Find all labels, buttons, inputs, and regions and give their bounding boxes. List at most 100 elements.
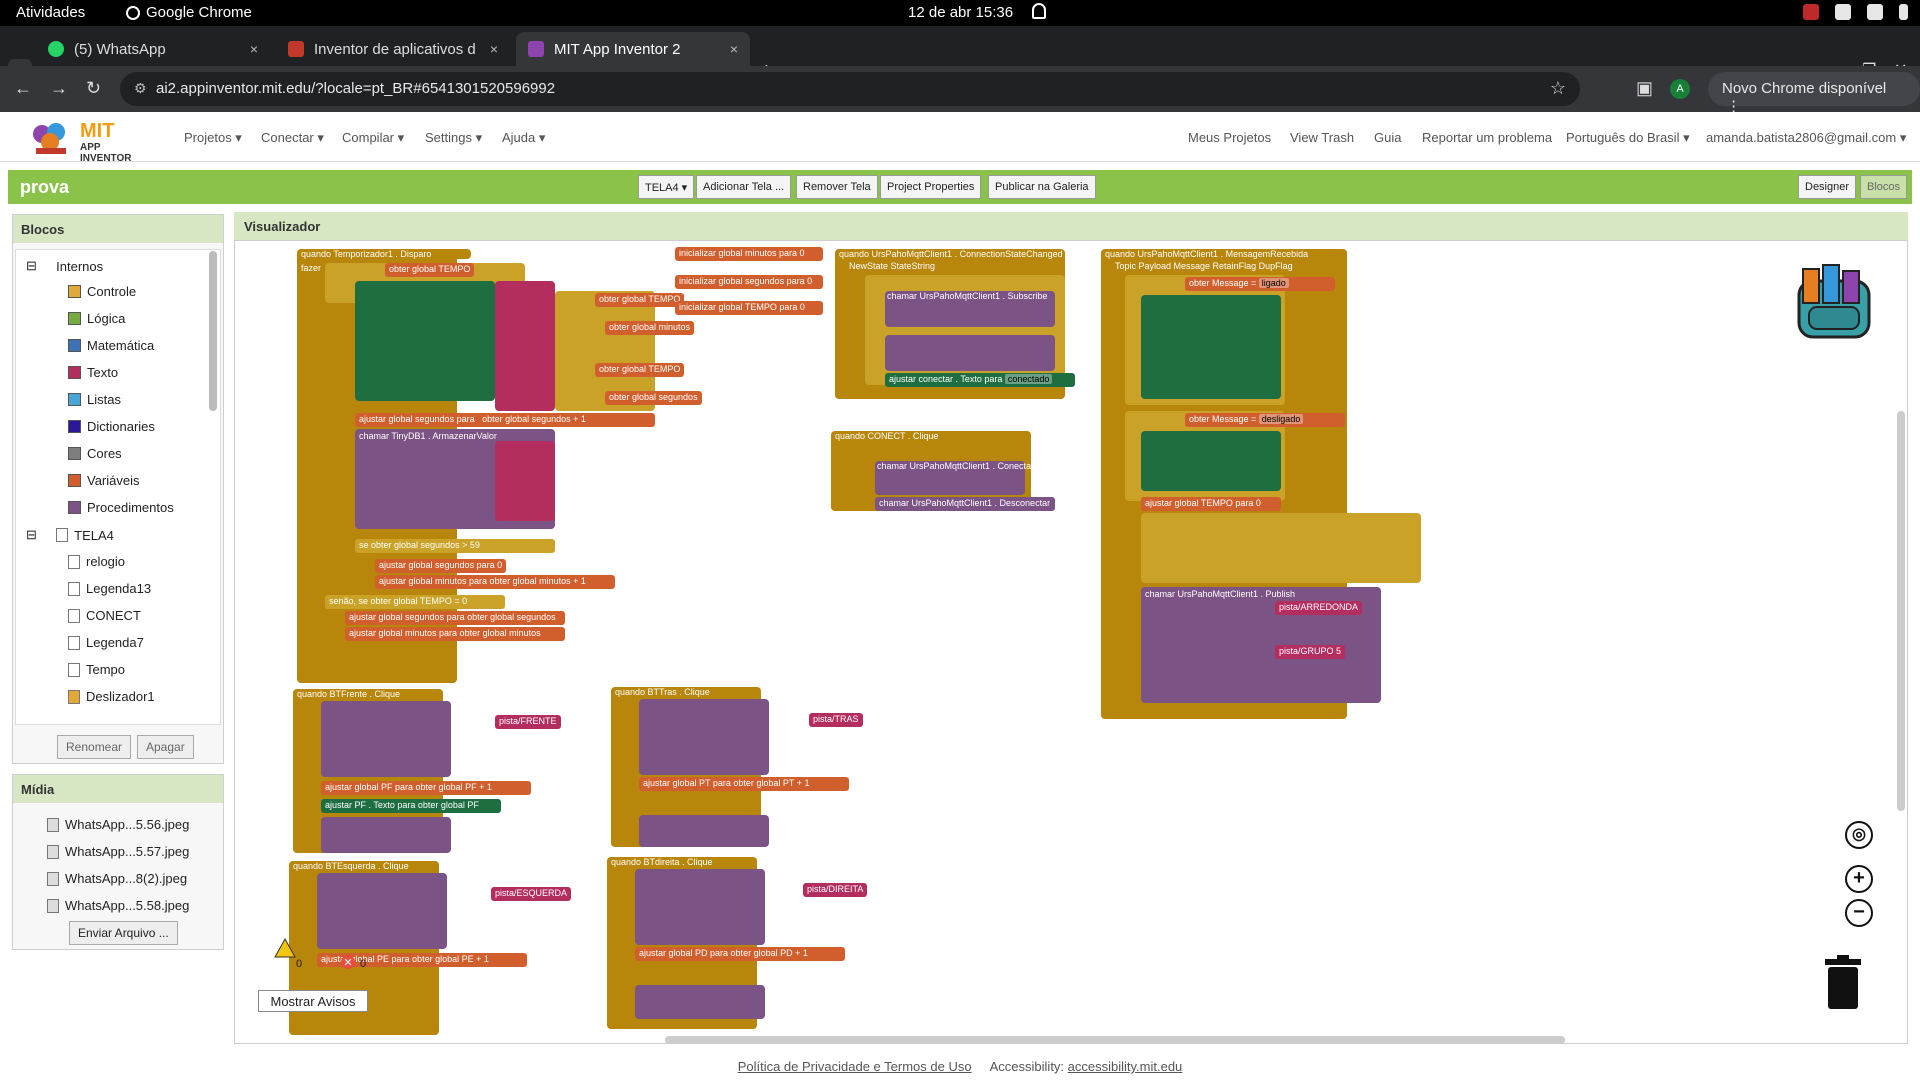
tree-item-tela4[interactable]: ⊟ TELA4 (26, 527, 114, 543)
tree-item-tempo[interactable]: Tempo (68, 662, 125, 677)
sidepanel-icon[interactable]: ▣ (1636, 78, 1653, 99)
workspace-v-scrollbar[interactable] (1897, 411, 1905, 811)
set-segundos-zero[interactable]: ajustar global segundos para 0 (375, 559, 507, 573)
compare-ligado[interactable]: obter Message = ligado (1185, 277, 1335, 291)
disconnect-call[interactable]: chamar UrsPahoMqttClient1 . Desconectar (875, 497, 1055, 511)
profile-avatar[interactable]: A (1670, 79, 1690, 99)
topic-direita[interactable]: pista/DIREITA (803, 883, 868, 897)
delete-button[interactable]: Apagar (137, 735, 194, 759)
trash-icon[interactable] (1823, 955, 1863, 1011)
clock[interactable]: 12 de abr 15:36 (908, 4, 1013, 21)
get-minutos[interactable]: obter global minutos (605, 321, 695, 335)
activities-button[interactable]: Atividades (16, 4, 85, 21)
tree-item-relogio[interactable]: relogio (68, 554, 125, 569)
menu-reportar[interactable]: Reportar um problema (1422, 130, 1552, 145)
menu-account[interactable]: amanda.batista2806@gmail.com ▾ (1706, 130, 1906, 146)
bookmark-star-icon[interactable]: ☆ (1550, 78, 1566, 99)
collapse-icon[interactable]: ⊟ (26, 527, 37, 543)
workspace-h-scrollbar[interactable] (665, 1036, 1565, 1043)
tree-item-deslizador1[interactable]: Deslizador1 (68, 689, 155, 704)
close-icon[interactable]: × (250, 41, 258, 57)
system-tray[interactable] (1803, 4, 1908, 20)
get-tempo[interactable]: obter global TEMPO (595, 363, 685, 377)
publish-tras-block[interactable] (639, 699, 769, 775)
menu-ajuda[interactable]: Ajuda ▾ (502, 130, 545, 146)
menu-conectar[interactable]: Conectar ▾ (261, 130, 324, 146)
media-file[interactable]: WhatsApp...5.58.jpeg (47, 898, 189, 913)
backpack-icon[interactable] (1789, 263, 1879, 343)
collapse-icon[interactable]: ⊟ (26, 258, 37, 274)
topic-frente[interactable]: pista/FRENTE (495, 715, 561, 729)
tinydb-pf-block[interactable] (321, 817, 451, 853)
set-relogio-block[interactable] (355, 281, 495, 401)
forward-icon[interactable]: → (50, 78, 68, 99)
mit-logo[interactable]: MIT APP INVENTOR (30, 118, 150, 164)
get-tempo[interactable]: obter global TEMPO (385, 263, 475, 277)
back-icon[interactable]: ← (14, 78, 32, 99)
menu-projetos[interactable]: Projetos ▾ (184, 130, 242, 146)
project-properties-button[interactable]: Project Properties (880, 175, 982, 199)
set-segundos[interactable]: ajustar global segundos para obter globa… (355, 413, 655, 427)
set-tempo[interactable]: ajustar global TEMPO para 0 (1141, 497, 1281, 511)
recenter-icon[interactable]: ◎ (1845, 821, 1873, 849)
zoom-out-icon[interactable]: − (1845, 899, 1873, 927)
publish-esquerda-block[interactable] (317, 873, 447, 949)
join-block[interactable] (495, 281, 555, 411)
set-enabled-group[interactable] (1141, 295, 1281, 399)
init-minutos[interactable]: inicializar global minutos para 0 (675, 247, 823, 261)
menu-compilar[interactable]: Compilar ▾ (342, 130, 404, 146)
show-warnings-button[interactable]: Mostrar Avisos (258, 990, 368, 1012)
tree-item-conect[interactable]: CONECT (68, 608, 141, 623)
active-app[interactable]: Google Chrome (126, 4, 252, 21)
set-minutos-reset[interactable]: ajustar global minutos para obter global… (345, 627, 565, 641)
join-block[interactable] (495, 441, 555, 521)
topic-grupo[interactable]: pista/GRUPO 5 (1275, 645, 1346, 659)
add-screen-button[interactable]: Adicionar Tela ... (696, 175, 792, 199)
upload-file-button[interactable]: Enviar Arquivo ... (69, 921, 178, 945)
tree-item-internos[interactable]: ⊟ Internos (26, 258, 103, 274)
privacy-link[interactable]: Política de Privacidade e Termos de Uso (738, 1059, 972, 1074)
media-file[interactable]: WhatsApp...8(2).jpeg (47, 871, 187, 886)
set-segundos-reset[interactable]: ajustar global segundos para obter globa… (345, 611, 565, 625)
if-segundos-block[interactable]: se obter global segundos > 59 (355, 539, 555, 553)
tree-scrollbar[interactable] (209, 251, 217, 411)
topic-tras[interactable]: pista/TRAS (809, 713, 863, 727)
blocks-workspace[interactable]: quando Temporizador1 . Disparo fazer obt… (234, 240, 1908, 1044)
close-icon[interactable]: × (730, 41, 738, 57)
tree-item-listas[interactable]: Listas (68, 392, 121, 407)
blocks-tree[interactable]: ⊟ Internos Controle Lógica Matemática Te… (15, 249, 221, 725)
media-file[interactable]: WhatsApp...5.56.jpeg (47, 817, 189, 832)
rename-button[interactable]: Renomear (57, 735, 132, 759)
menu-meus-projetos[interactable]: Meus Projetos (1188, 130, 1271, 145)
publish-grupo-block[interactable] (1141, 631, 1381, 703)
tree-item-legenda13[interactable]: Legenda13 (68, 581, 151, 596)
publish-frente-block[interactable] (321, 701, 451, 777)
reload-icon[interactable]: ↻ (86, 78, 101, 99)
tinydb-pt-block[interactable] (639, 815, 769, 847)
compare-desligado[interactable]: obter Message = desligado (1185, 413, 1345, 427)
tree-item-procedimentos[interactable]: Procedimentos (68, 500, 174, 515)
url-input[interactable]: ⚙ ai2.appinventor.mit.edu/?locale=pt_BR#… (120, 72, 1580, 106)
menu-language[interactable]: Português do Brasil ▾ (1566, 130, 1690, 146)
menu-view-trash[interactable]: View Trash (1290, 130, 1354, 145)
tree-item-dictionaries[interactable]: Dictionaries (68, 419, 155, 434)
accessibility-link[interactable]: accessibility.mit.edu (1068, 1059, 1183, 1074)
tree-item-cores[interactable]: Cores (68, 446, 122, 461)
get-tempo[interactable]: obter global TEMPO (595, 293, 685, 307)
menu-guia[interactable]: Guia (1374, 130, 1401, 145)
if-timer-logic[interactable] (1141, 513, 1421, 583)
zoom-in-icon[interactable]: + (1845, 865, 1873, 893)
publish-gallery-button[interactable]: Publicar na Galeria (988, 175, 1096, 199)
set-pt[interactable]: ajustar global PT para obter global PT +… (639, 777, 849, 791)
tab-inventor[interactable]: Inventor de aplicativos d × (276, 32, 510, 66)
designer-button[interactable]: Designer (1798, 175, 1857, 199)
topic-esquerda[interactable]: pista/ESQUERDA (491, 887, 572, 901)
warning-icon[interactable] (274, 938, 296, 958)
set-minutos[interactable]: ajustar global minutos para obter global… (375, 575, 615, 589)
tinydb-pd-block[interactable] (635, 985, 765, 1019)
init-segundos[interactable]: inicializar global segundos para 0 (675, 275, 823, 289)
topic-arredonda[interactable]: pista/ARREDONDA (1275, 601, 1363, 615)
set-conect-text[interactable]: ajustar conectar . Texto para conectado (885, 373, 1075, 387)
init-tempo[interactable]: inicializar global TEMPO para 0 (675, 301, 823, 315)
remove-screen-button[interactable]: Remover Tela (796, 175, 878, 199)
